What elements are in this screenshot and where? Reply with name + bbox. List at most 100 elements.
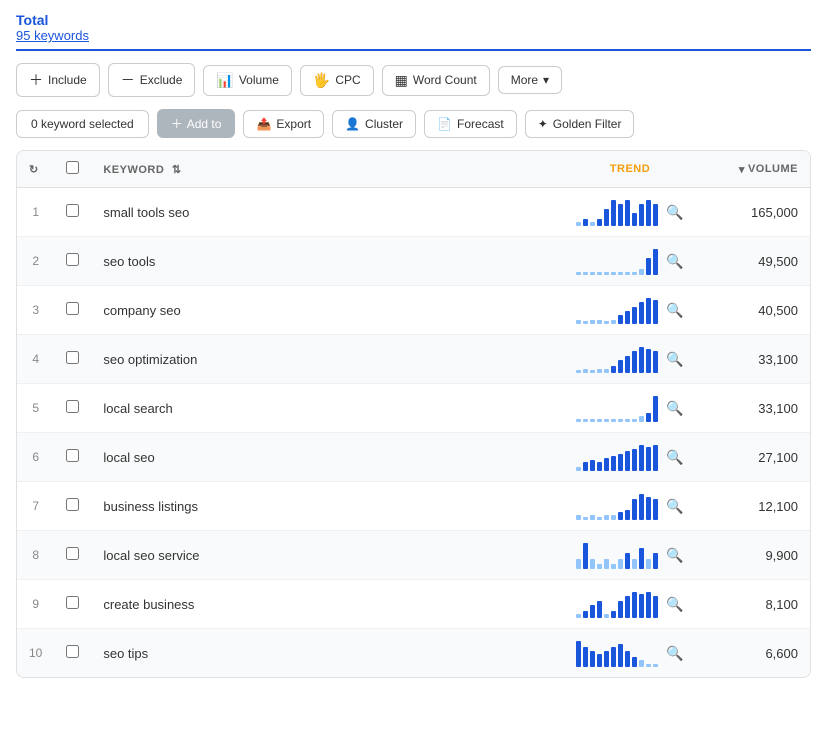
trend-col-label: Trend <box>610 163 650 175</box>
trend-search-button[interactable]: 🔍 <box>666 204 683 221</box>
row-checkbox[interactable] <box>66 204 79 217</box>
row-volume: 8,100 <box>710 580 810 629</box>
row-checkbox[interactable] <box>66 498 79 511</box>
cluster-button[interactable]: 👤 Cluster <box>332 110 416 138</box>
row-checkbox[interactable] <box>66 400 79 413</box>
row-checkbox[interactable] <box>66 253 79 266</box>
row-keyword: local seo <box>91 433 550 482</box>
row-number: 6 <box>17 433 54 482</box>
trend-bar <box>597 320 602 324</box>
row-checkbox-cell <box>54 482 91 531</box>
volume-button[interactable]: 📊 Volume <box>203 65 291 96</box>
trend-bar <box>632 449 637 471</box>
row-checkbox[interactable] <box>66 302 79 315</box>
row-checkbox[interactable] <box>66 351 79 364</box>
keyword-selected-button[interactable]: 0 keyword selected <box>16 110 149 138</box>
row-number: 3 <box>17 286 54 335</box>
trend-bar <box>583 647 588 667</box>
trend-search-button[interactable]: 🔍 <box>666 645 683 662</box>
trend-search-button[interactable]: 🔍 <box>666 400 683 417</box>
trend-col-header: Trend <box>550 151 710 188</box>
trend-search-button[interactable]: 🔍 <box>666 302 683 319</box>
row-keyword: local seo service <box>91 531 550 580</box>
row-checkbox[interactable] <box>66 596 79 609</box>
sort-icon[interactable]: ⇅ <box>172 164 182 176</box>
row-keyword: company seo <box>91 286 550 335</box>
trend-search-button[interactable]: 🔍 <box>666 596 683 613</box>
trend-bar <box>597 419 602 422</box>
trend-bar <box>590 460 595 471</box>
trend-bar <box>632 351 637 373</box>
trend-bar <box>646 447 651 471</box>
trend-bar <box>625 356 630 373</box>
export-button[interactable]: 📤 Export <box>243 110 324 138</box>
toolbar: ＋ Include － Exclude 📊 Volume 🖐 CPC ▦ Wor… <box>16 63 811 97</box>
exclude-label: Exclude <box>140 73 183 87</box>
row-checkbox[interactable] <box>66 547 79 560</box>
trend-bar <box>618 419 623 422</box>
trend-search-button[interactable]: 🔍 <box>666 547 683 564</box>
trend-bar <box>597 219 602 226</box>
keywords-count-link[interactable]: 95 keywords <box>16 28 89 43</box>
row-checkbox[interactable] <box>66 645 79 658</box>
cpc-button[interactable]: 🖐 CPC <box>300 65 374 96</box>
trend-bar <box>611 200 616 226</box>
trend-bar <box>597 272 602 275</box>
trend-bar <box>576 320 581 324</box>
select-all-col-header <box>54 151 91 188</box>
trend-bar <box>639 494 644 520</box>
trend-bar <box>611 515 616 520</box>
trend-bars <box>576 247 658 275</box>
trend-bar <box>639 416 644 422</box>
trend-bar <box>611 564 616 569</box>
trend-bar <box>653 204 658 226</box>
trend-bar <box>618 315 623 324</box>
row-trend: 🔍 <box>550 384 710 433</box>
forecast-button[interactable]: 📄 Forecast <box>424 110 517 138</box>
cpc-icon: 🖐 <box>313 72 330 89</box>
row-checkbox-cell <box>54 335 91 384</box>
more-button[interactable]: More ▾ <box>498 66 562 94</box>
trend-search-button[interactable]: 🔍 <box>666 449 683 466</box>
trend-bar <box>625 651 630 667</box>
trend-bar <box>632 657 637 667</box>
exclude-button[interactable]: － Exclude <box>108 63 196 97</box>
table-row: 8local seo service🔍9,900 <box>17 531 810 580</box>
trend-bar <box>597 654 602 667</box>
trend-bar <box>625 553 630 569</box>
table-row: 6local seo🔍27,100 <box>17 433 810 482</box>
trend-bar <box>653 249 658 275</box>
row-trend: 🔍 <box>550 237 710 286</box>
trend-bar <box>576 515 581 520</box>
include-button[interactable]: ＋ Include <box>16 63 100 97</box>
trend-bar <box>625 200 630 226</box>
table-row: 3company seo🔍40,500 <box>17 286 810 335</box>
trend-bar <box>590 559 595 569</box>
main-container: Total 95 keywords ＋ Include － Exclude 📊 … <box>0 0 827 690</box>
word-count-button[interactable]: ▦ Word Count <box>382 65 490 96</box>
row-number: 5 <box>17 384 54 433</box>
trend-bar <box>576 559 581 569</box>
table-row: 10seo tips🔍6,600 <box>17 629 810 678</box>
row-checkbox[interactable] <box>66 449 79 462</box>
row-checkbox-cell <box>54 286 91 335</box>
table-row: 5local search🔍33,100 <box>17 384 810 433</box>
trend-search-button[interactable]: 🔍 <box>666 498 683 515</box>
trend-bar <box>646 497 651 520</box>
trend-bar <box>576 272 581 275</box>
trend-bar <box>583 321 588 324</box>
golden-filter-button[interactable]: ✦ Golden Filter <box>525 110 635 138</box>
trend-bar <box>646 413 651 422</box>
trend-bar <box>618 272 623 275</box>
trend-search-button[interactable]: 🔍 <box>666 351 683 368</box>
refresh-icon[interactable]: ↻ <box>29 164 39 176</box>
cluster-label: Cluster <box>365 117 403 131</box>
trend-bar <box>653 351 658 373</box>
trend-bar <box>618 644 623 667</box>
select-all-checkbox[interactable] <box>66 161 79 174</box>
trend-bar <box>625 451 630 471</box>
trend-bar <box>597 601 602 618</box>
trend-search-button[interactable]: 🔍 <box>666 253 683 270</box>
minus-icon: － <box>121 70 135 90</box>
trend-bar <box>590 272 595 275</box>
